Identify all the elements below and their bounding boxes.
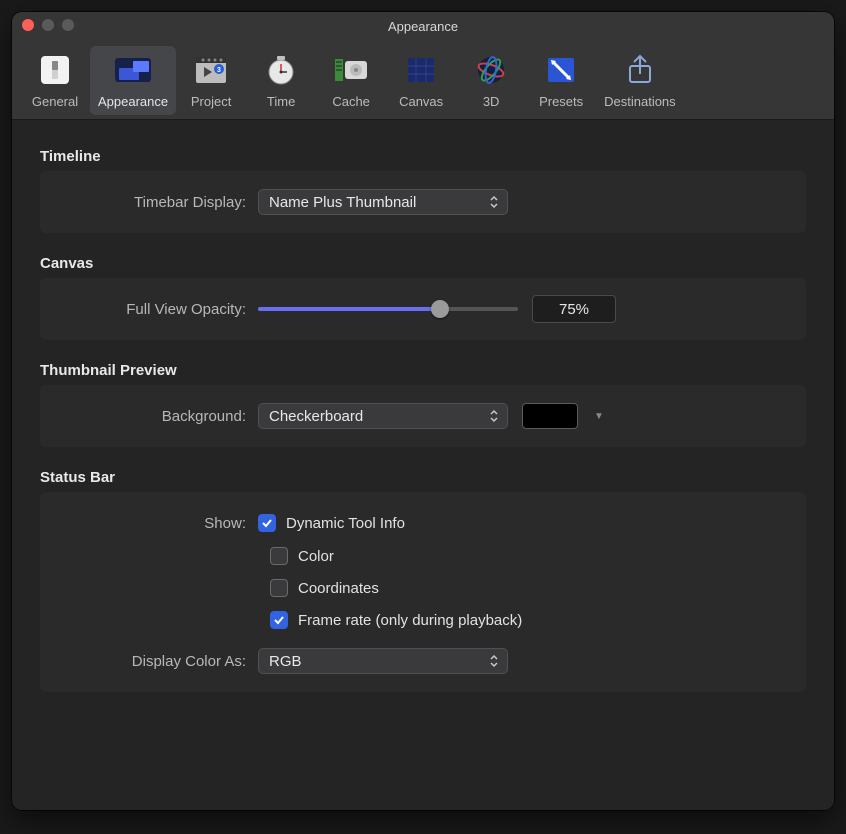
section-heading-canvas: Canvas — [40, 255, 806, 272]
chevron-updown-icon — [487, 194, 501, 214]
tab-label: Project — [191, 94, 231, 109]
section-timeline: Timebar Display: Name Plus Thumbnail — [40, 171, 806, 233]
checkbox-coordinates[interactable] — [270, 579, 288, 597]
tab-label: Cache — [332, 94, 370, 109]
general-icon — [35, 50, 75, 90]
tab-cache[interactable]: Cache — [316, 46, 386, 115]
section-thumbnail: Background: Checkerboard ▼ — [40, 385, 806, 447]
destinations-icon — [620, 50, 660, 90]
timebar-display-label: Timebar Display: — [58, 194, 258, 211]
preferences-toolbar: General Appearance 3 Project Time Cache — [12, 40, 834, 120]
window-title: Appearance — [388, 19, 458, 34]
chevron-down-icon[interactable]: ▼ — [592, 411, 604, 422]
time-icon — [261, 50, 301, 90]
3d-icon — [471, 50, 511, 90]
slider-thumb[interactable] — [431, 300, 449, 318]
tab-label: Time — [267, 94, 295, 109]
background-color-well[interactable] — [522, 403, 578, 429]
select-value: Checkerboard — [269, 408, 363, 425]
select-value: Name Plus Thumbnail — [269, 194, 416, 211]
tab-label: Appearance — [98, 94, 168, 109]
checkbox-dynamic-tool-info[interactable] — [258, 514, 276, 532]
canvas-icon — [401, 50, 441, 90]
tab-canvas[interactable]: Canvas — [386, 46, 456, 115]
preferences-window: Appearance General Appearance 3 Project — [12, 12, 834, 810]
background-select[interactable]: Checkerboard — [258, 403, 508, 429]
presets-icon — [541, 50, 581, 90]
appearance-icon — [113, 50, 153, 90]
show-label: Show: — [58, 515, 258, 532]
tab-time[interactable]: Time — [246, 46, 316, 115]
checkbox-label: Frame rate (only during playback) — [298, 612, 522, 629]
tab-destinations[interactable]: Destinations — [596, 46, 684, 115]
slider-fill — [258, 307, 440, 311]
tab-label: Presets — [539, 94, 583, 109]
timebar-display-select[interactable]: Name Plus Thumbnail — [258, 189, 508, 215]
checkbox-color[interactable] — [270, 547, 288, 565]
titlebar: Appearance — [12, 12, 834, 40]
tab-presets[interactable]: Presets — [526, 46, 596, 115]
section-statusbar: Show: Dynamic Tool Info Color — [40, 492, 806, 692]
checkbox-label: Coordinates — [298, 580, 379, 597]
chevron-updown-icon — [487, 408, 501, 428]
display-color-label: Display Color As: — [58, 653, 258, 670]
opacity-value-field[interactable]: 75% — [532, 295, 616, 323]
chevron-updown-icon — [487, 653, 501, 673]
tab-label: Canvas — [399, 94, 443, 109]
checkbox-label: Color — [298, 548, 334, 565]
checkbox-label: Dynamic Tool Info — [286, 515, 405, 532]
section-heading-statusbar: Status Bar — [40, 469, 806, 486]
tab-3d[interactable]: 3D — [456, 46, 526, 115]
tab-label: General — [32, 94, 78, 109]
minimize-window-button[interactable] — [42, 19, 54, 31]
opacity-label: Full View Opacity: — [58, 301, 258, 318]
checkbox-frame-rate[interactable] — [270, 611, 288, 629]
opacity-slider[interactable] — [258, 297, 518, 321]
display-color-select[interactable]: RGB — [258, 648, 508, 674]
preferences-content: Timeline Timebar Display: Name Plus Thum… — [12, 120, 834, 810]
tab-label: Destinations — [604, 94, 676, 109]
tab-appearance[interactable]: Appearance — [90, 46, 176, 115]
tab-general[interactable]: General — [20, 46, 90, 115]
background-label: Background: — [58, 408, 258, 425]
tab-label: 3D — [483, 94, 500, 109]
select-value: RGB — [269, 653, 302, 670]
section-heading-timeline: Timeline — [40, 148, 806, 165]
close-window-button[interactable] — [22, 19, 34, 31]
section-canvas: Full View Opacity: 75% — [40, 278, 806, 340]
cache-icon — [331, 50, 371, 90]
window-controls — [22, 19, 74, 31]
zoom-window-button[interactable] — [62, 19, 74, 31]
svg-text:3: 3 — [217, 67, 221, 74]
tab-project[interactable]: 3 Project — [176, 46, 246, 115]
project-icon: 3 — [191, 50, 231, 90]
section-heading-thumbnail: Thumbnail Preview — [40, 362, 806, 379]
